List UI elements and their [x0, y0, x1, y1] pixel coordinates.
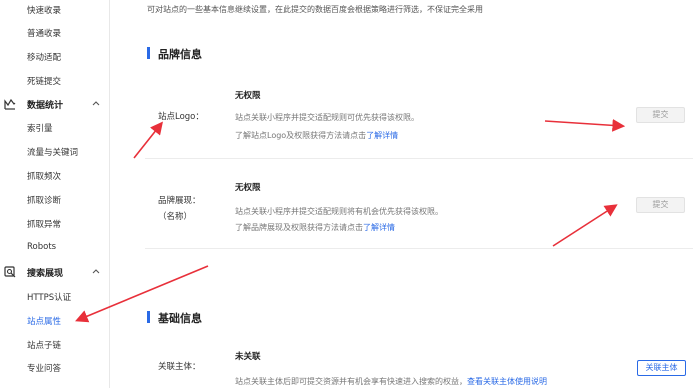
arrow-to-logo-label [133, 121, 163, 159]
brand-row-help: 了解品牌展现及权限获得方法请点击了解详情 [235, 222, 395, 233]
section-accent-bar [147, 311, 150, 323]
section-title-brand: 品牌信息 [158, 48, 202, 61]
sidebar-item-crawl-exception[interactable]: 抓取异常 [27, 218, 61, 230]
brand-row-learn-more-link[interactable]: 了解详情 [363, 223, 395, 232]
sidebar-item-quick-index[interactable]: 快速收录 [27, 4, 61, 16]
brand-row-label: 品牌展现： [158, 196, 201, 206]
section-accent-bar [147, 47, 150, 59]
sidebar-item-https[interactable]: HTTPS认证 [27, 291, 71, 303]
brand-submit-button[interactable]: 提交 [636, 197, 685, 213]
sidebar-item-traffic-keywords[interactable]: 流量与关键词 [27, 146, 78, 158]
link-entity-button[interactable]: 关联主体 [637, 360, 686, 376]
page-description: 可对站点的一些基本信息继续设置，在此提交的数据百度会根据策略进行筛选，不保证完全… [147, 5, 483, 14]
search-display-icon [4, 266, 16, 278]
sidebar-group-search-display[interactable]: 搜索展现 [4, 265, 104, 281]
logo-row-description: 站点关联小程序并提交适配规则可优先获得该权限。 [235, 113, 419, 122]
entity-row-description: 站点关联主体后即可提交资源并有机会享有快速进入搜索的权益， [235, 377, 467, 386]
sidebar-group-data-stats[interactable]: 数据统计 [4, 97, 104, 113]
sidebar-item-normal-index[interactable]: 普通收录 [27, 27, 61, 39]
arrow-to-logo-submit [544, 118, 626, 132]
arrow-to-brand-submit [552, 204, 618, 247]
section-title-basic: 基础信息 [158, 312, 202, 325]
chevron-up-icon[interactable] [91, 266, 101, 276]
logo-row-help: 了解站点Logo及权限获得方法请点击了解详情 [235, 130, 398, 141]
sidebar-item-mobile-adapt[interactable]: 移动适配 [27, 51, 61, 63]
logo-row-status: 无权限 [235, 91, 261, 101]
sidebar-group-label: 搜索展现 [27, 269, 64, 279]
sidebar-group-label: 数据统计 [27, 101, 64, 111]
row-divider [145, 248, 693, 249]
sidebar-item-dead-link[interactable]: 死链提交 [27, 75, 61, 87]
sidebar-item-index-volume[interactable]: 索引量 [27, 122, 53, 134]
entity-row-label: 关联主体： [158, 362, 201, 372]
logo-submit-button[interactable]: 提交 [636, 107, 685, 123]
brand-row-status: 无权限 [235, 183, 261, 193]
logo-row-help-text: 了解站点Logo及权限获得方法请点击 [235, 131, 367, 140]
chevron-up-icon[interactable] [91, 98, 101, 108]
sidebar-item-expert-qa[interactable]: 专业问答 [27, 362, 61, 374]
brand-row-help-text: 了解品牌展现及权限获得方法请点击 [235, 223, 363, 232]
entity-row-status: 未关联 [235, 352, 261, 362]
sidebar-item-crawl-frequency[interactable]: 抓取频次 [27, 170, 61, 182]
sidebar-item-site-sublinks[interactable]: 站点子链 [27, 339, 61, 351]
logo-row-learn-more-link[interactable]: 了解详情 [366, 131, 398, 140]
entity-row-guide-link[interactable]: 查看关联主体使用说明 [467, 377, 547, 386]
brand-row-description: 站点关联小程序并提交适配规则将有机会优先获得该权限。 [235, 207, 443, 216]
sidebar-item-site-properties[interactable]: 站点属性 [27, 315, 61, 327]
logo-row-label: 站点Logo： [158, 112, 204, 122]
sidebar-item-robots[interactable]: Robots [27, 242, 56, 252]
brand-row-label-sub: （名称） [158, 212, 193, 222]
entity-row-help: 站点关联主体后即可提交资源并有机会享有快速进入搜索的权益，查看关联主体使用说明 [235, 376, 547, 387]
sidebar-item-crawl-diagnosis[interactable]: 抓取诊断 [27, 194, 61, 206]
sidebar: 快速收录 普通收录 移动适配 死链提交 数据统计 索引量 流量与关键词 抓取频次… [0, 0, 110, 388]
bar-chart-icon [4, 98, 16, 110]
row-divider [145, 158, 693, 159]
